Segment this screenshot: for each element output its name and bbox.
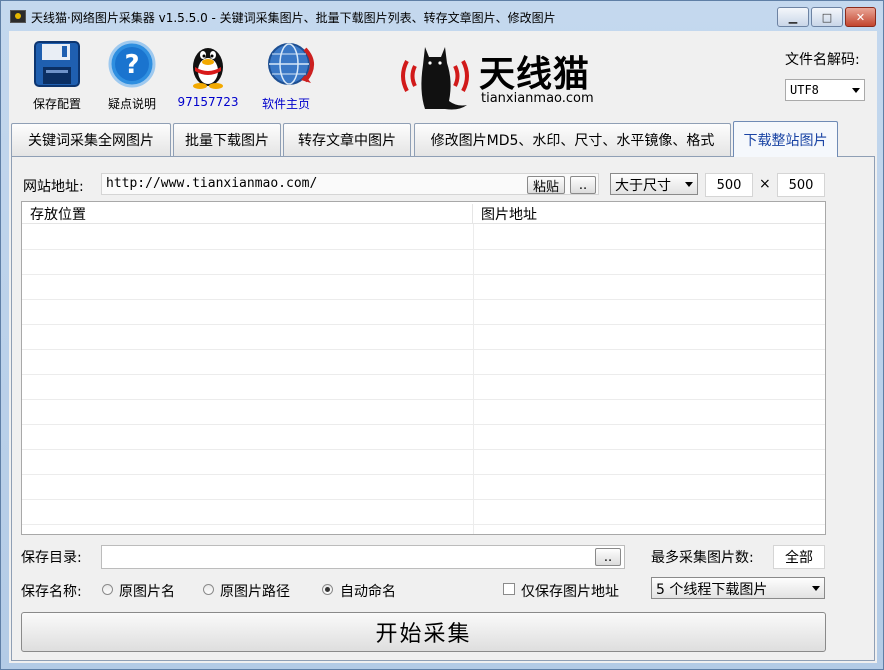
tab-modify-images[interactable]: 修改图片MD5、水印、尺寸、水平镜像、格式 xyxy=(414,123,731,156)
save-dir-browse-button[interactable]: .. xyxy=(595,548,621,566)
save-config-button[interactable]: 保存配置 xyxy=(27,39,87,112)
row-divider xyxy=(22,449,825,450)
window-title: 天线猫·网络图片采集器 v1.5.5.0 - 关键词采集图片、批量下载图片列表、… xyxy=(31,11,556,25)
column-divider xyxy=(473,224,474,534)
tab-keyword-collect[interactable]: 关键词采集全网图片 xyxy=(11,123,171,156)
minimize-icon: ▁ xyxy=(788,10,798,24)
app-window: 天线猫·网络图片采集器 v1.5.5.0 - 关键词采集图片、批量下载图片列表、… xyxy=(0,0,884,670)
only-save-url-checkbox[interactable] xyxy=(503,583,515,595)
row-divider xyxy=(22,499,825,500)
chevron-down-icon xyxy=(852,88,860,93)
row-divider xyxy=(22,299,825,300)
site-url-input[interactable]: http://www.tianxianmao.com/ xyxy=(101,173,599,195)
thread-count-select[interactable]: 5 个线程下载图片 xyxy=(651,577,825,599)
maximize-button[interactable]: □ xyxy=(811,7,843,27)
column-header-image-url[interactable]: 图片地址 xyxy=(473,204,823,224)
client-area: 保存配置 ? 疑点说明 97157723 软件主页 天线猫 tianxianma… xyxy=(9,31,877,663)
chevron-down-icon xyxy=(812,586,820,591)
only-save-url-label[interactable]: 仅保存图片地址 xyxy=(521,581,619,601)
svg-text:?: ? xyxy=(124,50,139,80)
floppy-disk-icon xyxy=(32,39,82,89)
size-filter-value: 大于尺寸 xyxy=(615,178,671,194)
qq-button[interactable]: 97157723 xyxy=(177,39,239,109)
title-bar: 天线猫·网络图片采集器 v1.5.5.0 - 关键词采集图片、批量下载图片列表、… xyxy=(1,1,883,31)
row-divider xyxy=(22,274,825,275)
qq-number-label: 97157723 xyxy=(177,95,239,109)
max-images-label: 最多采集图片数: xyxy=(651,550,754,566)
homepage-label: 软件主页 xyxy=(261,97,310,111)
filename-decode-select[interactable]: UTF8 xyxy=(785,79,865,101)
save-name-label: 保存名称: xyxy=(21,584,82,600)
start-collect-button[interactable]: 开始采集 xyxy=(21,612,826,652)
table-header: 存放位置 图片地址 xyxy=(22,202,825,224)
row-divider xyxy=(22,249,825,250)
logo-name: 天线猫 xyxy=(479,54,591,95)
homepage-button[interactable]: 软件主页 xyxy=(255,39,317,112)
qq-penguin-icon xyxy=(183,39,233,89)
site-url-label: 网站地址: xyxy=(23,179,84,195)
result-table[interactable]: 存放位置 图片地址 xyxy=(21,201,826,535)
row-divider xyxy=(22,399,825,400)
min-height-input[interactable]: 500 xyxy=(777,173,825,197)
cat-antenna-icon xyxy=(401,47,469,110)
logo-domain: tianxianmao.com xyxy=(481,91,594,106)
maximize-icon: □ xyxy=(821,10,833,24)
min-width-input[interactable]: 500 xyxy=(705,173,753,197)
radio-original-name[interactable] xyxy=(102,584,113,595)
save-config-label: 保存配置 xyxy=(32,97,81,111)
row-divider xyxy=(22,349,825,350)
site-browse-button[interactable]: .. xyxy=(570,176,596,194)
row-divider xyxy=(22,474,825,475)
tab-batch-download[interactable]: 批量下载图片 xyxy=(173,123,281,156)
save-dir-label: 保存目录: xyxy=(21,550,82,566)
max-images-input[interactable]: 全部 xyxy=(773,545,825,569)
row-divider xyxy=(22,374,825,375)
brand-logo: 天线猫 tianxianmao.com xyxy=(397,41,607,111)
minimize-button[interactable]: ▁ xyxy=(777,7,809,27)
radio-original-path-label[interactable]: 原图片路径 xyxy=(220,581,290,601)
times-sign: × xyxy=(759,176,771,192)
row-divider xyxy=(22,524,825,525)
help-label: 疑点说明 xyxy=(107,97,156,111)
paste-button[interactable]: 粘贴 xyxy=(527,176,565,195)
radio-original-path[interactable] xyxy=(203,584,214,595)
filename-decode-value: UTF8 xyxy=(790,83,819,97)
filename-decode-label: 文件名解码: xyxy=(785,52,860,68)
radio-auto-name-label[interactable]: 自动命名 xyxy=(340,581,396,601)
chevron-down-icon xyxy=(685,182,693,187)
globe-icon xyxy=(261,39,314,89)
save-dir-input[interactable] xyxy=(101,545,625,569)
radio-original-name-label[interactable]: 原图片名 xyxy=(119,581,175,601)
app-icon xyxy=(10,10,26,23)
thread-count-value: 5 个线程下载图片 xyxy=(656,582,768,598)
size-filter-select[interactable]: 大于尺寸 xyxy=(610,173,698,195)
column-header-location[interactable]: 存放位置 xyxy=(22,204,473,224)
row-divider xyxy=(22,324,825,325)
question-icon: ? xyxy=(107,39,157,89)
help-button[interactable]: ? 疑点说明 xyxy=(101,39,163,112)
tab-article-images[interactable]: 转存文章中图片 xyxy=(283,123,411,156)
site-url-value: http://www.tianxianmao.com/ xyxy=(106,176,318,191)
row-divider xyxy=(22,424,825,425)
radio-auto-name[interactable] xyxy=(322,584,333,595)
tab-site-download[interactable]: 下载整站图片 xyxy=(733,121,838,157)
close-button[interactable]: ✕ xyxy=(845,7,876,27)
close-icon: ✕ xyxy=(855,10,866,24)
